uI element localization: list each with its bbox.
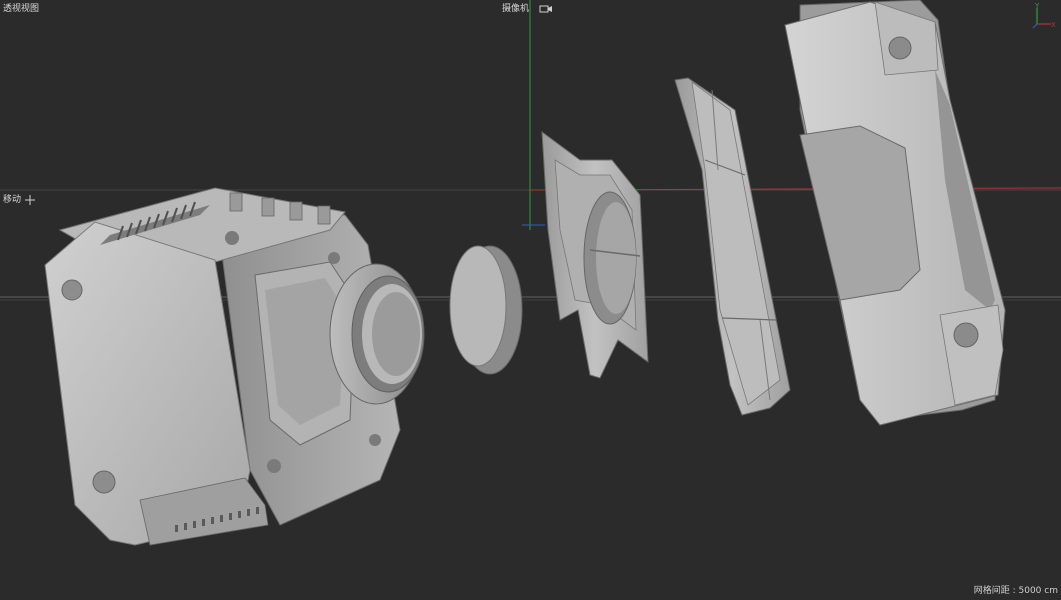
grid-spacing-readout: 网格间距 : 5000 cm [973, 586, 1058, 596]
viewport-scene[interactable] [0, 0, 1061, 600]
camera-body-model[interactable] [44, 187, 425, 546]
middle-panel-model[interactable] [674, 77, 791, 416]
camera-menu[interactable]: 摄像机 [502, 3, 553, 15]
camera-icon[interactable] [539, 4, 553, 14]
mount-flange-model[interactable] [541, 130, 649, 379]
active-tool-label: 移动 [3, 195, 22, 205]
lens-cap-model[interactable] [449, 245, 523, 375]
3d-viewport[interactable]: 透视视图 摄像机 移动 网格间距 : 5000 cm Y X [0, 0, 1061, 600]
axis-x-label: X [1051, 21, 1056, 29]
active-tool[interactable]: 移动 [3, 194, 36, 206]
viewport-view-name: 透视视图 [3, 4, 40, 14]
axis-y-label: Y [1034, 2, 1040, 10]
battery-block-model[interactable] [784, 0, 1006, 426]
axis-gizmo-icon: Y X [1029, 2, 1059, 32]
move-icon [25, 195, 36, 205]
camera-label: 摄像机 [502, 4, 530, 14]
